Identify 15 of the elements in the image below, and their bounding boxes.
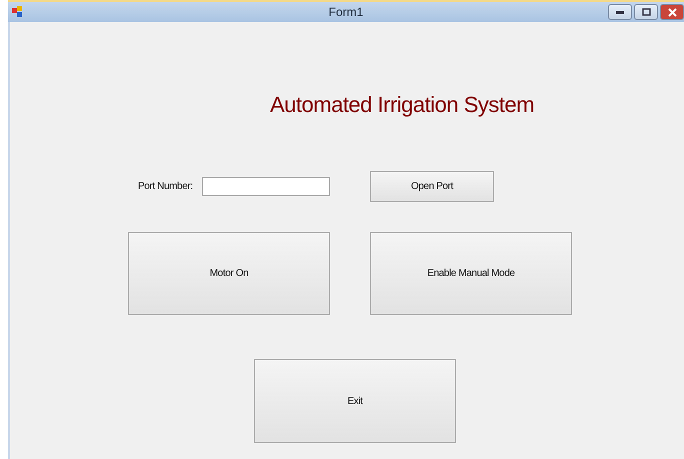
window-title: Form1	[328, 5, 364, 19]
maximize-icon	[642, 8, 650, 16]
manual-mode-button[interactable]: Enable Manual Mode	[370, 232, 572, 315]
minimize-icon	[616, 10, 624, 14]
heading: Automated Irrigation System	[270, 92, 536, 118]
port-input[interactable]	[202, 177, 330, 196]
open-port-button[interactable]: Open Port	[370, 171, 494, 202]
close-button[interactable]	[660, 4, 684, 20]
motor-button[interactable]: Motor On	[128, 232, 330, 315]
port-label: Port Number:	[138, 181, 194, 192]
exit-button[interactable]: Exit	[254, 359, 456, 443]
maximize-button[interactable]	[634, 4, 658, 20]
minimize-button[interactable]	[608, 4, 632, 20]
close-icon	[668, 8, 676, 16]
app-icon	[12, 6, 24, 18]
